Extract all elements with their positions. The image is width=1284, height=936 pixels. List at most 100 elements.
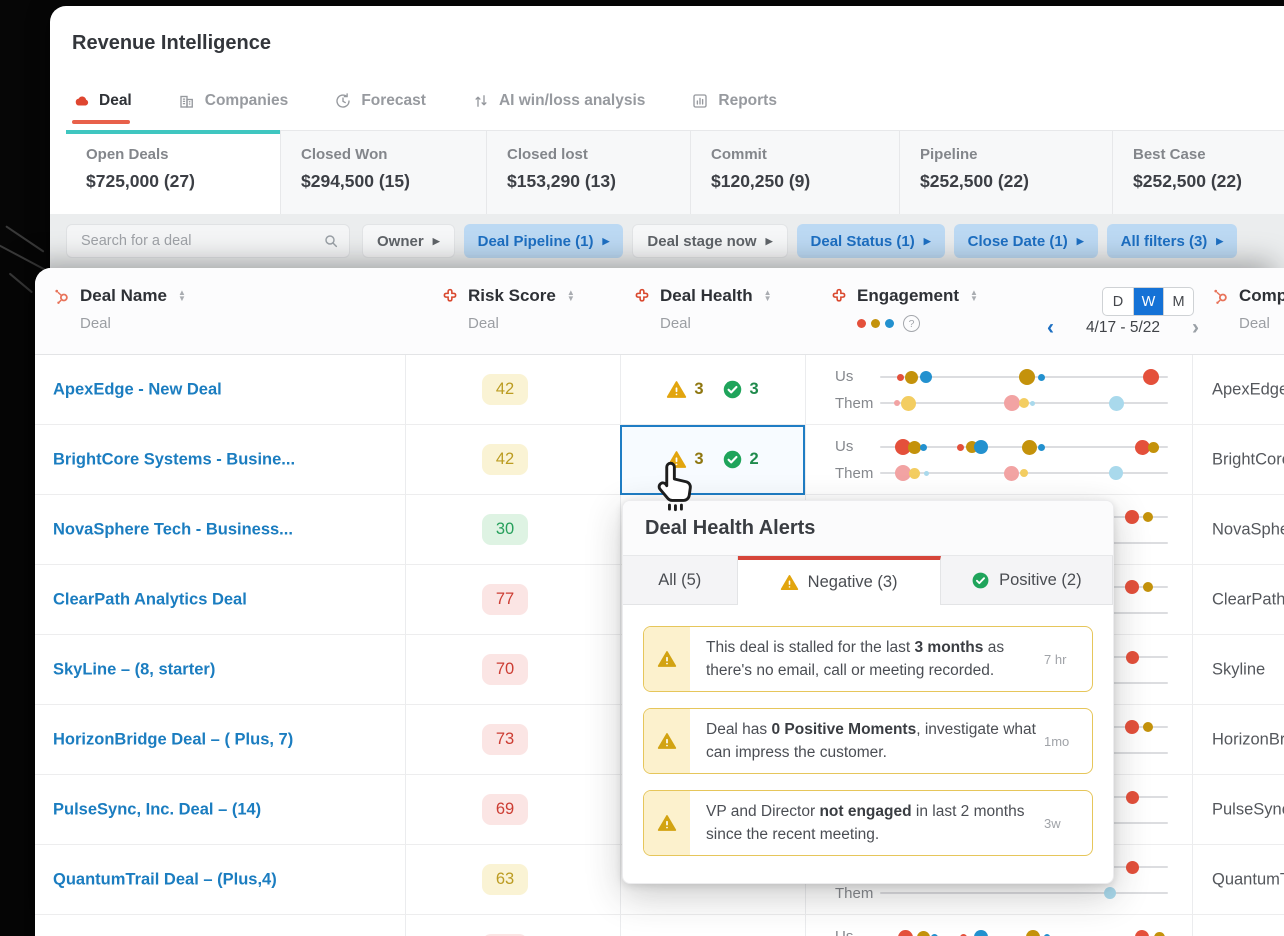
sort-icon[interactable]: ▲ ▼ <box>178 289 186 303</box>
active-tab-underline <box>72 120 130 124</box>
company-name: HorizonBridge <box>1212 730 1284 748</box>
search-field[interactable] <box>79 232 323 250</box>
help-icon[interactable]: ? <box>903 315 920 332</box>
engagement-dot <box>957 443 965 451</box>
prev-period-icon[interactable]: ‹ <box>1047 317 1054 338</box>
engagement-dot <box>923 470 929 476</box>
deal-icon <box>72 92 90 110</box>
card-value: $120,250 (9) <box>711 171 811 191</box>
summary-card[interactable]: Pipeline $252,500 (22) <box>899 130 1112 220</box>
engagement-dot <box>1142 722 1153 732</box>
deal-name-link[interactable]: QuantumTrail Deal – (Plus,4) <box>53 870 277 889</box>
nav-tab-companies[interactable]: Companies <box>178 92 288 110</box>
companies-icon <box>178 92 196 110</box>
sort-icon[interactable]: ▲ ▼ <box>970 289 978 303</box>
summary-card[interactable]: Closed Won $294,500 (15) <box>280 130 486 220</box>
engagement-dot <box>898 929 914 936</box>
column-header-deal-health[interactable]: Deal Health ▲ ▼ Deal <box>633 286 772 332</box>
engagement-track-them <box>880 887 1168 899</box>
company-name: QuantumTrail <box>1212 870 1284 888</box>
check-icon <box>722 449 743 470</box>
nav-tab-deal[interactable]: Deal <box>72 92 132 110</box>
nav-tab-reports[interactable]: Reports <box>691 92 777 110</box>
card-label: Closed Won <box>301 146 388 163</box>
engagement-dot <box>905 370 919 384</box>
engagement-track-them <box>880 465 1168 481</box>
alert-text: Deal has 0 Positive Moments, investigate… <box>706 720 1036 761</box>
forecast-icon <box>334 92 352 110</box>
nav-tab-ai-winloss[interactable]: AI win/loss analysis <box>472 92 645 110</box>
engagement-dot <box>1037 373 1045 381</box>
background-scratch <box>5 225 45 253</box>
nav-tab-forecast[interactable]: Forecast <box>334 92 426 110</box>
deal-name-link[interactable]: SkyLine – (8, starter) <box>53 660 215 679</box>
legend-dot <box>857 319 866 328</box>
next-period-icon[interactable]: › <box>1192 317 1199 338</box>
chevron-right-icon: ▶ <box>432 235 440 246</box>
tab-all[interactable]: All (5) <box>623 556 738 604</box>
card-value: $725,000 (27) <box>86 171 195 191</box>
engagement-dot <box>1125 510 1139 524</box>
sort-icon[interactable]: ▲ ▼ <box>764 289 772 303</box>
hubspot-icon <box>1212 287 1230 305</box>
search-input[interactable] <box>66 224 350 258</box>
risk-score-pill: 77 <box>482 584 528 615</box>
deal-name-link[interactable]: NovaSphere Tech - Business... <box>53 520 293 539</box>
chevron-right-icon: ▶ <box>923 235 931 246</box>
company-name: PulseSync, Inc. <box>1212 800 1284 818</box>
engagement-us-label: Us <box>835 368 854 385</box>
summary-card[interactable]: Commit $120,250 (9) <box>690 130 899 220</box>
filter-chip[interactable]: Owner ▶ <box>362 224 455 258</box>
engagement-dot <box>916 930 930 936</box>
risk-score-pill: 42 <box>482 444 528 475</box>
tab-positive[interactable]: Positive (2) <box>941 556 1113 604</box>
company-name: NovaSphere Tech <box>1212 520 1284 538</box>
column-header-deal-name[interactable]: Deal Name ▲ ▼ Deal <box>53 286 186 332</box>
filter-chip[interactable]: Deal Status (1) ▶ <box>796 224 945 258</box>
filter-bar: Owner▶Deal Pipeline (1)▶Deal stage now▶D… <box>50 214 1284 268</box>
engagement-dot <box>919 443 927 451</box>
filter-chip[interactable]: Deal stage now ▶ <box>632 224 788 258</box>
period-toggle-m[interactable]: M <box>1163 288 1193 315</box>
alert-time: 1mo <box>1044 733 1070 749</box>
column-header-engagement[interactable]: Engagement ▲ ▼ ? <box>830 286 978 332</box>
summary-card[interactable]: Open Deals $725,000 (27) <box>66 130 280 220</box>
chip-label: Deal Pipeline (1) <box>477 232 594 250</box>
engagement-dot <box>1104 887 1117 899</box>
summary-card[interactable]: Closed lost $153,290 (13) <box>486 130 690 220</box>
deal-name-link[interactable]: ClearPath Analytics Deal <box>53 590 247 609</box>
deal-name-link[interactable]: PulseSync, Inc. Deal – (14) <box>53 800 261 819</box>
column-subtitle: Deal <box>660 315 691 332</box>
tab-negative[interactable]: Negative (3) <box>737 556 941 605</box>
deal-name-link[interactable]: HorizonBridge Deal – ( Plus, 7) <box>53 730 293 749</box>
nav-tab-label: Reports <box>718 92 777 109</box>
engagement-dot <box>1020 469 1028 477</box>
period-toggle-w[interactable]: W <box>1133 288 1163 315</box>
filter-chip[interactable]: Close Date (1) ▶ <box>953 224 1098 258</box>
column-subtitle: Deal <box>80 315 111 332</box>
deal-name-link[interactable]: ApexEdge - New Deal <box>53 380 222 399</box>
summary-card[interactable]: Best Case $252,500 (22) <box>1112 130 1284 220</box>
engagement-dot <box>973 930 988 936</box>
engagement-dot <box>1037 443 1045 451</box>
period-toggle-d[interactable]: D <box>1103 288 1133 315</box>
table-row: ApexEdge - New Deal 42 3 3 Us Them ApexEdge <box>35 355 1284 425</box>
engagement-dot <box>973 440 988 454</box>
nav-tab-label: Forecast <box>361 92 426 109</box>
chip-label: Close Date (1) <box>967 232 1068 250</box>
filter-chip[interactable]: Deal Pipeline (1) ▶ <box>463 224 624 258</box>
sort-icon[interactable]: ▲ ▼ <box>567 289 575 303</box>
engagement-dot <box>896 373 904 381</box>
engagement-dot <box>1019 398 1029 408</box>
filter-chip[interactable]: All filters (3) ▶ <box>1106 224 1238 258</box>
engagement-dot <box>1003 465 1019 481</box>
deal-name-link[interactable]: BrightCore Systems - Busine... <box>53 450 295 469</box>
card-label: Best Case <box>1133 146 1206 163</box>
deal-health-cell[interactable] <box>620 915 805 936</box>
engagement-dot <box>1153 931 1165 936</box>
reports-icon <box>691 92 709 110</box>
alert-stripe <box>644 627 690 691</box>
column-header-risk-score[interactable]: Risk Score ▲ ▼ Deal <box>441 286 575 332</box>
deal-health-cell[interactable]: 33 <box>620 355 805 424</box>
column-header-company[interactable]: Comp Deal <box>1212 286 1284 332</box>
